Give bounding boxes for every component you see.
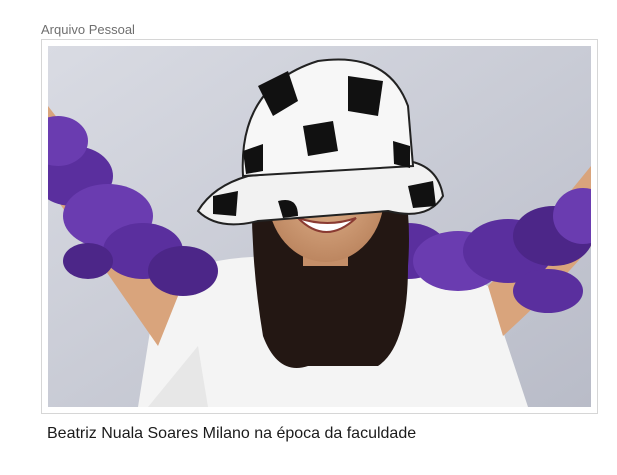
photo-credit: Arquivo Pessoal	[41, 22, 135, 37]
photo-frame	[41, 39, 598, 414]
article-photo[interactable]	[48, 46, 591, 407]
photo-caption: Beatriz Nuala Soares Milano na época da …	[47, 425, 417, 442]
